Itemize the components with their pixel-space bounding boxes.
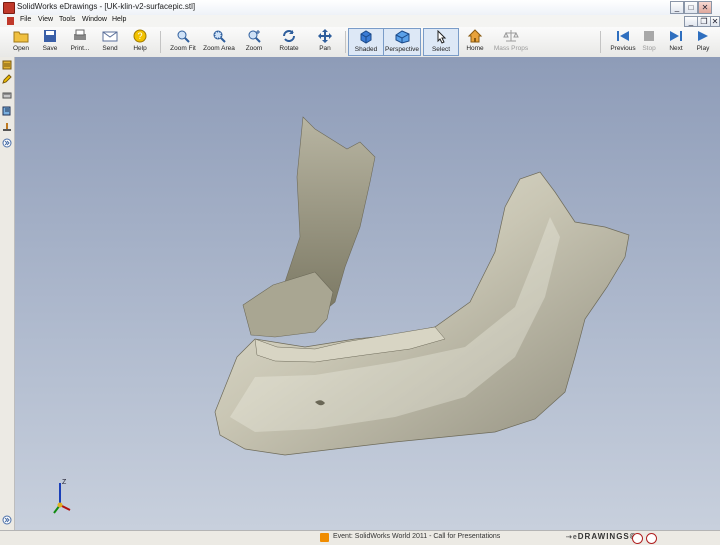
pan-label: Pan bbox=[319, 45, 331, 52]
zoom-area-button[interactable]: Zoom Area bbox=[201, 28, 237, 56]
cross-section-icon[interactable] bbox=[2, 106, 12, 116]
toolbar-separator bbox=[600, 31, 601, 53]
previous-icon bbox=[617, 31, 629, 41]
close-button[interactable]: ✕ bbox=[698, 1, 712, 14]
mass-props-label: Mass Props bbox=[493, 45, 529, 52]
perspective-button[interactable]: Perspective bbox=[383, 28, 421, 56]
play-button[interactable]: Play bbox=[687, 28, 719, 56]
menu-bar: File View Tools Window Help _ ❐ ✕ bbox=[0, 15, 720, 27]
next-icon bbox=[670, 31, 682, 41]
rss-icon bbox=[320, 533, 329, 542]
select-button[interactable]: Select bbox=[423, 28, 459, 56]
scale-icon bbox=[503, 30, 519, 42]
edrawings-brand: ⇢eDRAWINGS® bbox=[566, 532, 637, 541]
play-label: Play bbox=[696, 45, 710, 52]
shaded-label: Shaded bbox=[354, 46, 378, 53]
doc-close-button[interactable]: ✕ bbox=[710, 16, 720, 27]
question-icon: ? bbox=[133, 29, 147, 43]
help-label: Help bbox=[133, 45, 147, 52]
no-sound-icon[interactable] bbox=[646, 533, 657, 544]
axis-triad: Z bbox=[53, 479, 71, 514]
menu-help[interactable]: Help bbox=[112, 16, 126, 23]
mass-props-button[interactable]: Mass Props bbox=[493, 28, 529, 56]
brand-logo-icon: ⇢e bbox=[566, 534, 578, 541]
house-icon bbox=[467, 29, 483, 43]
doc-restore-button[interactable]: ❐ bbox=[697, 16, 711, 27]
floppy-icon bbox=[44, 30, 56, 42]
zoom-area-label: Zoom Area bbox=[203, 45, 235, 52]
svg-text:?: ? bbox=[137, 31, 142, 41]
stop-icon bbox=[644, 31, 654, 41]
folder-icon bbox=[13, 31, 29, 43]
toolbar: Open Save Print... Send ? Help Zoom Fit … bbox=[0, 27, 720, 58]
help-button[interactable]: ? Help bbox=[122, 28, 158, 56]
menu-view[interactable]: View bbox=[38, 16, 53, 23]
3d-viewport[interactable]: Z bbox=[15, 57, 720, 530]
document-icon bbox=[7, 17, 14, 25]
zoom-area-icon bbox=[213, 30, 226, 43]
status-bar: Event: SolidWorks World 2011 - Call for … bbox=[0, 530, 720, 545]
toolbar-separator bbox=[160, 31, 161, 53]
title-bar: SolidWorks eDrawings - [UK-klin-v2-surfa… bbox=[0, 0, 720, 16]
perspective-label: Perspective bbox=[385, 46, 419, 53]
measure-icon[interactable] bbox=[2, 90, 12, 100]
magnifier-icon bbox=[177, 30, 190, 43]
zoom-fit-button[interactable]: Zoom Fit bbox=[165, 28, 201, 56]
app-icon bbox=[3, 2, 15, 14]
menu-tools[interactable]: Tools bbox=[59, 16, 75, 23]
zoom-icon bbox=[248, 30, 261, 43]
toolbar-separator bbox=[345, 31, 346, 53]
play-icon bbox=[698, 31, 708, 41]
event-link[interactable]: Event: SolidWorks World 2011 - Call for … bbox=[333, 533, 500, 540]
home-button[interactable]: Home bbox=[457, 28, 493, 56]
rotate-label: Rotate bbox=[279, 45, 299, 52]
expand-panel-icon[interactable] bbox=[2, 138, 12, 148]
zoom-button[interactable]: Zoom bbox=[236, 28, 272, 56]
maximize-button[interactable]: □ bbox=[684, 1, 698, 14]
no-markup-icon[interactable] bbox=[632, 533, 643, 544]
expand-panel-bottom-icon[interactable] bbox=[2, 515, 12, 525]
stamp-icon[interactable] bbox=[2, 122, 12, 132]
shaded-button[interactable]: Shaded bbox=[348, 28, 384, 56]
left-sidebar bbox=[0, 57, 15, 530]
select-label: Select bbox=[431, 46, 451, 53]
pan-button[interactable]: Pan bbox=[307, 28, 343, 56]
zoom-label: Zoom bbox=[245, 45, 263, 52]
rotate-arrows-icon bbox=[283, 30, 295, 42]
envelope-icon bbox=[102, 31, 118, 42]
sheets-icon[interactable] bbox=[2, 60, 12, 70]
cube-shaded-icon bbox=[360, 30, 372, 44]
menu-window[interactable]: Window bbox=[82, 16, 107, 23]
cursor-icon bbox=[437, 30, 447, 44]
move-arrows-icon bbox=[318, 29, 332, 43]
menu-file[interactable]: File bbox=[20, 16, 31, 23]
zoom-fit-label: Zoom Fit bbox=[170, 45, 196, 52]
mandible-model[interactable] bbox=[15, 57, 720, 530]
window-title: SolidWorks eDrawings - [UK-klin-v2-surfa… bbox=[17, 2, 196, 11]
rotate-button[interactable]: Rotate bbox=[271, 28, 307, 56]
cube-perspective-icon bbox=[395, 30, 410, 44]
home-label: Home bbox=[466, 45, 484, 52]
doc-minimize-button[interactable]: _ bbox=[684, 16, 698, 27]
brand-text: DRAWINGS bbox=[577, 532, 630, 541]
axis-z-label: Z bbox=[62, 479, 67, 486]
printer-icon bbox=[74, 29, 86, 40]
markup-pencil-icon[interactable] bbox=[2, 74, 12, 84]
minimize-button[interactable]: _ bbox=[670, 1, 684, 14]
